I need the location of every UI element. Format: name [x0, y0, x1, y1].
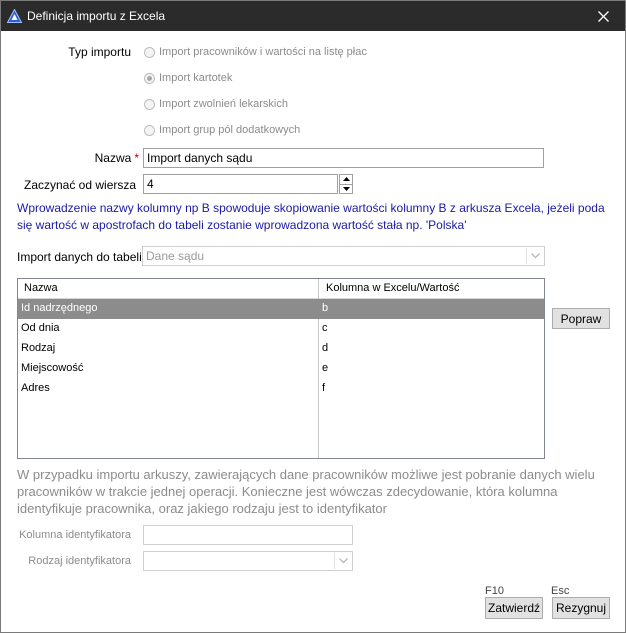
cell-name: Od dnia [21, 322, 60, 334]
close-icon [597, 10, 609, 22]
cell-value: c [322, 322, 328, 334]
radio-label: Import grup pól dodatkowych [159, 124, 301, 136]
cell-value: e [322, 362, 329, 374]
dropdown-button[interactable] [526, 248, 543, 264]
cell-name: Rodzaj [21, 342, 56, 354]
table-row[interactable]: Id nadrzędnego b [18, 299, 544, 319]
target-table-label: Import danych do tabeli [17, 250, 142, 264]
triangle-logo-icon [7, 9, 22, 23]
name-label: Nazwa [94, 151, 132, 165]
cell-value: b [322, 302, 329, 314]
import-definition-dialog: Definicja importu z Excela Typ importu I… [0, 0, 626, 633]
target-table-value: Dane sądu [146, 249, 205, 263]
cell-name: Miejscowość [21, 362, 84, 374]
spin-up-button[interactable] [340, 175, 352, 184]
spin-up-icon [342, 177, 350, 182]
dropdown-button[interactable] [334, 553, 351, 569]
correct-button[interactable]: Popraw [552, 308, 610, 329]
chevron-down-icon [338, 558, 348, 564]
table-row[interactable]: Rodzaj d [18, 339, 544, 359]
start-row-spinner[interactable] [339, 174, 353, 194]
cancel-button-label: Rezygnuj [555, 601, 607, 615]
window-title: Definicja importu z Excela [27, 9, 166, 23]
import-type-label: Typ importu [68, 45, 131, 59]
correct-button-label: Popraw [560, 311, 602, 326]
identifier-type-combo[interactable] [143, 551, 353, 571]
grid-header: Nazwa Kolumna w Excelu/Wartość [18, 279, 544, 299]
confirm-button[interactable]: Zatwierdź [485, 597, 543, 619]
radio-import-records[interactable]: Import kartotek [144, 72, 232, 84]
identifier-column-label: Kolumna identyfikatora [19, 529, 131, 541]
radio-import-field-groups[interactable]: Import grup pól dodatkowych [144, 124, 300, 136]
table-row[interactable]: Adres f [18, 379, 544, 399]
table-row[interactable]: Miejscowość e [18, 359, 544, 379]
start-row-input[interactable]: 4 [143, 174, 338, 194]
chevron-down-icon [530, 253, 540, 259]
column-header-name[interactable]: Nazwa [24, 282, 58, 294]
title-bar[interactable]: Definicja importu z Excela [1, 1, 625, 31]
name-input[interactable]: Import danych sądu [143, 148, 544, 168]
confirm-button-label: Zatwierdź [487, 601, 540, 615]
cell-value: f [322, 382, 326, 394]
table-row[interactable]: Od dnia c [18, 319, 544, 339]
info-text: Wprowadzenie nazwy kolumny np B spowoduj… [17, 201, 605, 232]
radio-label: Import kartotek [159, 72, 233, 84]
close-button[interactable] [581, 1, 625, 31]
radio-indicator[interactable] [144, 124, 155, 136]
radio-import-employees[interactable]: Import pracowników i wartości na listę p… [144, 46, 367, 58]
cancel-shortcut-hint: Esc [551, 585, 570, 597]
cell-name: Adres [21, 382, 50, 394]
radio-label: Import zwolnień lekarskich [159, 98, 288, 110]
target-table-combo[interactable]: Dane sądu [142, 246, 545, 266]
cancel-button[interactable]: Rezygnuj [552, 597, 610, 619]
mapping-grid[interactable]: Nazwa Kolumna w Excelu/Wartość Id nadrzę… [17, 278, 545, 459]
confirm-shortcut-hint: F10 [485, 585, 504, 597]
radio-label: Import pracowników i wartości na listę p… [159, 46, 367, 58]
cell-name: Id nadrzędnego [21, 302, 98, 314]
spin-down-button[interactable] [340, 183, 352, 194]
identifier-type-label: Rodzaj identyfikatora [28, 555, 131, 567]
name-label-wrap: Nazwa * [21, 151, 139, 165]
column-header-excel-column[interactable]: Kolumna w Excelu/Wartość [326, 282, 459, 294]
spin-down-icon [342, 186, 350, 191]
required-mark: * [134, 151, 139, 165]
identifier-column-input[interactable] [143, 525, 353, 545]
radio-indicator[interactable] [144, 46, 155, 58]
radio-import-sick-leaves[interactable]: Import zwolnień lekarskich [144, 98, 288, 110]
radio-indicator[interactable] [144, 98, 155, 110]
start-row-label: Zaczynać od wiersza [24, 178, 137, 192]
radio-indicator[interactable] [144, 72, 155, 84]
identifier-note: W przypadku importu arkuszy, zawierający… [17, 467, 595, 516]
cell-value: d [322, 342, 329, 354]
